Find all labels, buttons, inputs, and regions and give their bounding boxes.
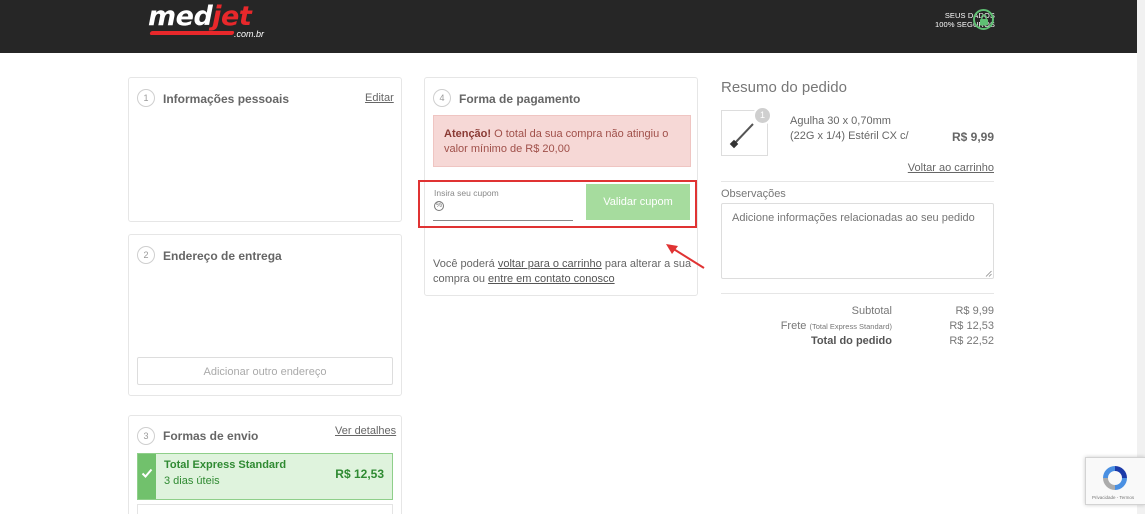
back-to-cart-link[interactable]: Voltar ao carrinho <box>908 162 994 174</box>
product-name: Agulha 30 x 0,70mm <box>790 115 891 127</box>
logo-swoosh <box>149 31 235 35</box>
subtotal-value: R$ 9,99 <box>955 305 994 317</box>
step-number: 4 <box>433 89 451 107</box>
contact-us-link[interactable]: entre em contato conosco <box>488 273 615 285</box>
product-price: R$ 9,99 <box>951 130 994 144</box>
shipping-option-selected[interactable]: Total Express Standard 3 dias úteis R$ 1… <box>137 453 393 500</box>
shipping-option-next[interactable] <box>137 504 393 514</box>
card-title: Formas de envio <box>163 429 259 443</box>
shipping-option-name: Total Express Standard <box>164 459 287 471</box>
subtotal-label: Subtotal <box>851 305 892 317</box>
logo-domain: .com.br <box>234 29 265 39</box>
order-summary-title: Resumo do pedido <box>721 79 847 96</box>
shipping-label: Frete (Total Express Standard) <box>780 320 892 332</box>
shipping-card: 3 Formas de envio Ver detalhes Total Exp… <box>128 415 402 514</box>
annotation-arrow-icon <box>666 244 705 269</box>
minimum-order-alert: Atenção! O total da sua compra não ating… <box>433 115 691 167</box>
scrollbar-track[interactable] <box>1137 0 1145 514</box>
recaptcha-icon <box>1103 466 1127 490</box>
card-title: Informações pessoais <box>163 92 290 106</box>
card-title: Forma de pagamento <box>459 92 581 106</box>
total-value: R$ 22,52 <box>949 335 994 347</box>
shipping-option-price: R$ 12,53 <box>335 467 384 481</box>
personal-info-card: 1 Informações pessoais Editar <box>128 77 402 222</box>
lock-icon <box>973 9 994 30</box>
check-icon <box>138 454 156 499</box>
step-number: 3 <box>137 427 155 445</box>
shipping-option-days: 3 dias úteis <box>164 475 220 487</box>
back-to-cart-link[interactable]: voltar para o carrinho <box>498 258 602 270</box>
total-label: Total do pedido <box>810 335 892 347</box>
medjet-logo[interactable]: medjet .com.br <box>148 2 278 42</box>
product-quantity-badge: 1 <box>753 106 772 125</box>
notes-textarea[interactable] <box>721 203 994 279</box>
coupon-highlight-box: Insira seu cupom % Validar cupom <box>418 180 697 228</box>
payment-info-text: Você poderá voltar para o carrinho para … <box>433 258 692 285</box>
step-number: 1 <box>137 89 155 107</box>
step-number: 2 <box>137 246 155 264</box>
divider <box>721 181 994 182</box>
coupon-input[interactable] <box>433 197 573 221</box>
logo-text: medjet <box>148 1 252 32</box>
edit-link[interactable]: Editar <box>365 92 394 104</box>
card-title: Endereço de entrega <box>163 249 282 263</box>
resize-grip-icon[interactable] <box>985 270 992 277</box>
coupon-icon: % <box>434 201 444 211</box>
add-address-button[interactable]: Adicionar outro endereço <box>137 357 393 385</box>
notes-label: Observações <box>721 188 786 200</box>
recaptcha-badge[interactable]: Privacidade - Termos <box>1085 457 1145 505</box>
product-name-line2: (22G x 1/4) Estéril CX c/ <box>790 130 909 142</box>
view-details-link[interactable]: Ver detalhes <box>335 425 396 437</box>
recaptcha-text[interactable]: Privacidade - Termos <box>1092 495 1134 500</box>
delivery-address-card: 2 Endereço de entrega Adicionar outro en… <box>128 234 402 396</box>
shipping-value: R$ 12,53 <box>949 320 994 332</box>
validate-coupon-button[interactable]: Validar cupom <box>586 184 690 220</box>
divider <box>721 293 994 294</box>
